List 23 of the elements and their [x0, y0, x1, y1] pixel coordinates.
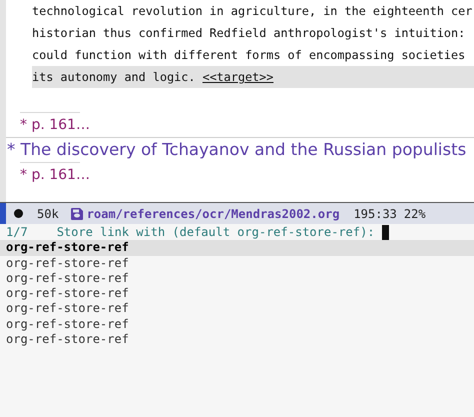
subheading: * p. 161… — [20, 166, 91, 185]
target-link[interactable]: <<target>> — [202, 70, 274, 84]
text-line: technological revolution in agriculture, in the eighteenth cer — [32, 3, 474, 20]
file-path: roam/references/ocr/Mendras2002.org — [86, 206, 340, 222]
save-icon — [70, 208, 83, 220]
scroll-percent: 22% — [404, 206, 426, 222]
candidate-item[interactable]: org-ref-store-ref — [0, 270, 474, 286]
candidate-item[interactable]: org-ref-store-ref — [0, 256, 474, 271]
candidate-item[interactable]: org-ref-store-ref — [0, 301, 474, 317]
active-window-marker — [0, 203, 6, 224]
cursor-position: 195:33 — [354, 206, 397, 222]
subheading: * p. 161… — [20, 116, 91, 135]
text-line: historian thus confirmed Redfield anthropologist's intuition: — [32, 25, 466, 42]
candidate-item[interactable]: org-ref-store-ref — [0, 332, 474, 348]
text-line: could function with different forms of encompassing societies — [32, 47, 466, 64]
candidate-count: 1/7 — [6, 225, 28, 240]
prompt: Store link with (default org-ref-store-ref): — [56, 225, 375, 240]
candidate-item[interactable]: org-ref-store-ref — [0, 286, 474, 302]
heading: * The discovery of Tchayanov and the Russian populists — [7, 139, 468, 161]
text-cursor — [382, 225, 389, 240]
buffer-size: 50k — [37, 206, 59, 222]
candidate-item[interactable]: org-ref-store-ref — [0, 316, 474, 332]
candidate-item[interactable]: org-ref-store-ref — [0, 240, 474, 256]
